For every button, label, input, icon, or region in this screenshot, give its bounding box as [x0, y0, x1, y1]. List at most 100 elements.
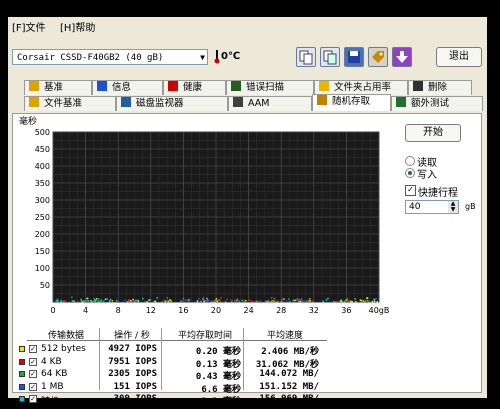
start-button[interactable]: 开始: [405, 124, 461, 142]
download-button[interactable]: [392, 47, 412, 67]
chart-point: [266, 300, 268, 303]
chart-point: [104, 298, 107, 301]
x-tick-label: 16: [178, 306, 188, 315]
chart-point: [56, 298, 58, 300]
options-button[interactable]: [368, 47, 388, 67]
chart-point: [282, 300, 284, 303]
chart-point: [56, 299, 58, 302]
chart-point: [288, 298, 290, 300]
row-ops: 2305 IOPS: [108, 369, 157, 379]
chart-point: [87, 300, 90, 302]
chart-point: [156, 297, 158, 299]
chart-point: [220, 296, 222, 299]
chart-point: [347, 300, 350, 302]
chart-point: [251, 300, 253, 303]
chart-point: [267, 300, 270, 303]
chart-point: [285, 300, 288, 302]
tab-信息[interactable]: 信息: [92, 80, 163, 95]
tab-随机存取[interactable]: 随机存取: [312, 94, 391, 111]
temperature-readout: 0℃: [221, 51, 241, 62]
chart-point: [206, 297, 208, 300]
chart-point: [269, 300, 271, 303]
chart-point: [255, 300, 257, 302]
y-tick-label: 450: [35, 145, 50, 154]
y-tick-label: 300: [35, 196, 50, 205]
series-checkbox[interactable]: ✓: [29, 345, 37, 353]
tab-额外测试[interactable]: 额外测试: [391, 96, 483, 111]
tab-label: 基准: [44, 82, 64, 93]
chart-point: [96, 300, 99, 302]
chart-point: [333, 300, 335, 303]
floppy-icon: [348, 51, 360, 63]
chart-point: [373, 298, 375, 301]
chevron-down-icon: ▼: [200, 53, 205, 62]
series-checkbox[interactable]: ✓: [29, 382, 37, 391]
chart-point: [167, 300, 170, 303]
exit-button[interactable]: 退出: [436, 47, 482, 67]
chart-point: [230, 299, 232, 301]
tab-文件夹占用率[interactable]: 文件夹占用率: [314, 80, 408, 95]
chart-point: [152, 300, 155, 303]
chart-point: [180, 300, 182, 302]
chart-point: [108, 300, 111, 302]
tab-label: 磁盘监视器: [136, 98, 184, 109]
checkbox-checked-icon: ✓: [405, 185, 416, 196]
drive-select[interactable]: Corsair CSSD-F40GB2 (40 gB) ▼: [12, 49, 208, 65]
tab-健康[interactable]: 健康: [163, 80, 226, 95]
chart-point: [283, 298, 285, 300]
tab-删除[interactable]: 删除: [408, 80, 472, 95]
chart-point: [196, 300, 199, 303]
spin-arrows-icon[interactable]: ▲ ▼: [448, 201, 458, 213]
tab-label: 删除: [428, 82, 448, 93]
chart-point: [235, 299, 238, 302]
x-tick-label: 28: [276, 306, 286, 315]
chart-point: [345, 299, 347, 302]
chart-point: [241, 299, 244, 302]
chart-point: [364, 300, 366, 303]
speaker-icon: [233, 97, 243, 107]
chart-point: [206, 299, 208, 302]
stroke-size-spinner[interactable]: 40 ▲ ▼: [405, 200, 459, 214]
series-checkbox[interactable]: ✓: [29, 395, 37, 403]
chart-point: [95, 298, 98, 300]
series-color-swatch: [19, 358, 25, 365]
copy-image-button[interactable]: [320, 47, 340, 67]
series-checkbox[interactable]: ✓: [29, 357, 37, 366]
x-tick-label: 8: [116, 306, 121, 315]
row-access-time: 3.2 毫秒: [201, 397, 241, 407]
chart-point: [182, 297, 185, 300]
column-divider: [243, 328, 244, 390]
series-checkbox[interactable]: ✓: [29, 370, 37, 378]
chart-point: [202, 296, 205, 299]
series-color-swatch: [19, 396, 25, 402]
chart-point: [130, 300, 133, 303]
tab-错误扫描[interactable]: 错误扫描: [226, 80, 314, 95]
x-tick-label: 20: [211, 306, 221, 315]
magnifier-icon: [231, 81, 241, 91]
chart-point: [100, 300, 102, 302]
chart-point: [366, 300, 369, 302]
save-button[interactable]: [344, 47, 364, 67]
chart-point: [231, 300, 233, 303]
menu-file[interactable]: [F]文件: [12, 19, 46, 34]
tab-label: 信息: [112, 82, 132, 93]
y-tick-label: 350: [35, 179, 50, 188]
tab-AAM[interactable]: AAM: [228, 96, 312, 111]
chart-point: [366, 297, 368, 299]
tab-label: 错误扫描: [246, 82, 285, 93]
tab-基准[interactable]: 基准: [24, 80, 92, 95]
chart-point: [115, 299, 118, 302]
row-ops: 4927 IOPS: [108, 344, 157, 354]
chart-point: [71, 300, 74, 302]
tab-文件基准[interactable]: 文件基准: [24, 96, 116, 111]
tab-磁盘监视器[interactable]: 磁盘监视器: [116, 96, 228, 111]
x-tick-label: 24: [244, 306, 254, 315]
chart-point: [249, 299, 251, 302]
copy-text-button[interactable]: [296, 47, 316, 67]
chart-point: [224, 300, 227, 303]
chart-point: [294, 299, 296, 302]
menu-help[interactable]: [H]帮助: [60, 19, 95, 34]
chart-point: [371, 300, 374, 303]
y-tick-label: 250: [35, 213, 50, 222]
row-speed: 31.062 MB/秒: [255, 359, 319, 370]
